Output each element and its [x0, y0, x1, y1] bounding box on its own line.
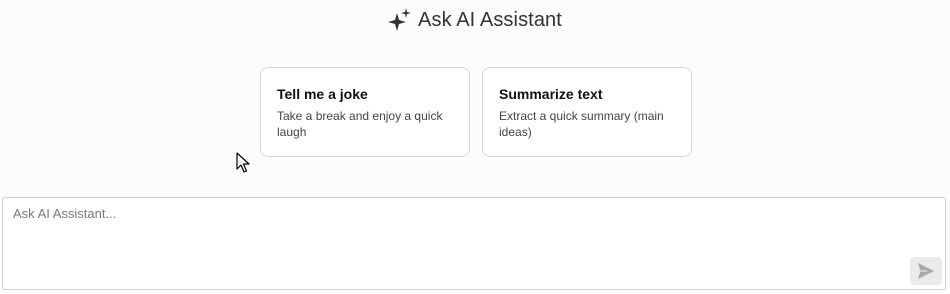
- header: Ask AI Assistant: [0, 0, 950, 40]
- message-composer: [2, 197, 946, 290]
- mouse-pointer-icon: [236, 152, 250, 174]
- suggestion-title: Summarize text: [499, 86, 603, 102]
- sparkle-icon: [388, 8, 412, 32]
- ai-assistant-panel: Ask AI Assistant Tell me a joke Take a b…: [0, 0, 950, 294]
- page-title: Ask AI Assistant: [418, 8, 562, 31]
- send-icon: [917, 262, 935, 280]
- suggestion-description: Extract a quick summary (main ideas): [499, 109, 664, 139]
- send-button[interactable]: [910, 257, 942, 285]
- suggestion-card-summarize[interactable]: Summarize text Extract a quick summary (…: [482, 67, 692, 157]
- message-input[interactable]: [3, 198, 893, 288]
- suggestion-cards: Tell me a joke Take a break and enjoy a …: [260, 67, 692, 157]
- suggestion-description: Take a break and enjoy a quick laugh: [277, 109, 443, 139]
- suggestion-title: Tell me a joke: [277, 86, 368, 102]
- suggestion-card-joke[interactable]: Tell me a joke Take a break and enjoy a …: [260, 67, 470, 157]
